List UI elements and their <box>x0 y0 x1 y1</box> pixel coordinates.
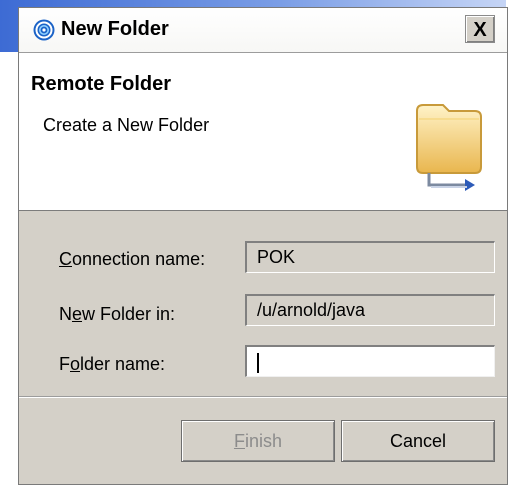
folder-name-label: Folder name: <box>59 354 165 375</box>
eclipse-swirl-icon <box>33 19 55 41</box>
new-folder-dialog: New Folder X Remote Folder Create a New … <box>18 7 508 485</box>
header-title: Remote Folder <box>31 73 172 95</box>
form-area: Connection name: POK New Folder in: /u/a… <box>19 211 507 401</box>
button-separator <box>19 396 507 398</box>
new-folder-in-label: New Folder in: <box>59 304 175 325</box>
background-left <box>0 52 18 490</box>
close-button[interactable]: X <box>465 15 495 43</box>
folder-name-input[interactable] <box>245 345 495 377</box>
wizard-header: Remote Folder Create a New Folder <box>19 53 507 211</box>
finish-button[interactable]: Finish <box>181 420 335 462</box>
connection-name-label-text: Connection name: <box>59 249 206 269</box>
connection-name-label: Connection name: <box>59 249 205 270</box>
header-description: Create a New Folder <box>43 115 210 135</box>
dialog-title: New Folder <box>61 18 169 40</box>
folder-with-arrow-icon <box>409 93 499 193</box>
connection-name-field: POK <box>245 241 495 273</box>
new-folder-in-label-text: New Folder in: <box>59 304 176 324</box>
new-folder-in-field: /u/arnold/java <box>245 294 495 326</box>
cancel-button[interactable]: Cancel <box>341 420 495 462</box>
title-bar[interactable]: New Folder X <box>19 8 507 53</box>
text-caret <box>257 353 259 374</box>
folder-name-label-text: Folder name: <box>59 354 166 374</box>
